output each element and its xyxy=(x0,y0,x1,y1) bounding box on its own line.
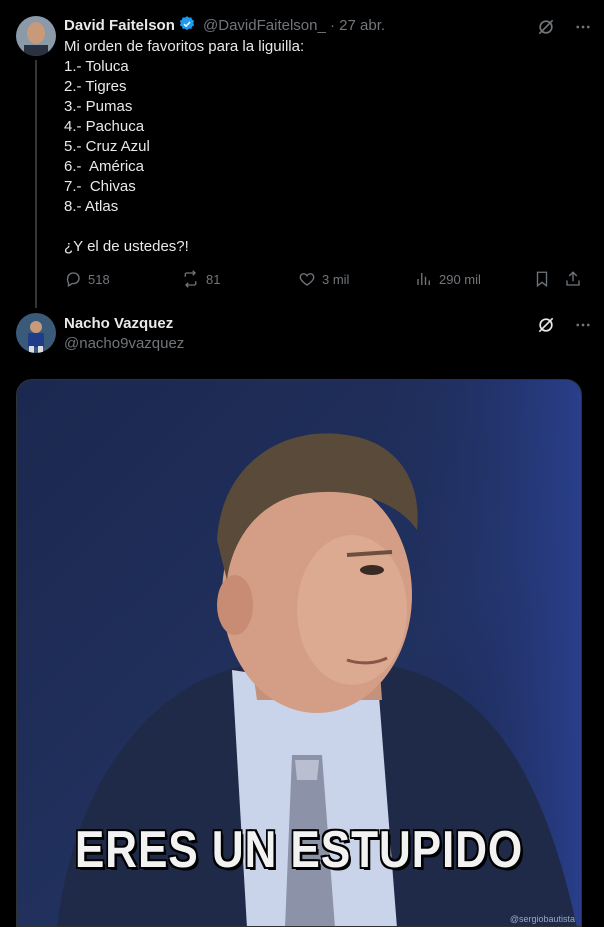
text-line: 8.- Atlas xyxy=(64,198,119,215)
text-line: 3.- Pumas xyxy=(64,98,133,115)
media-watermark: @sergiobautista xyxy=(509,914,575,924)
reply-count: 518 xyxy=(88,271,110,287)
avatar[interactable] xyxy=(16,16,56,56)
handle[interactable]: @nacho9vazquez xyxy=(64,334,184,354)
tweet-top-icons xyxy=(536,17,592,42)
verified-icon xyxy=(178,15,196,39)
timestamp[interactable]: 27 abr. xyxy=(339,17,385,34)
text-line: ¿Y el de ustedes?! xyxy=(64,238,189,255)
grok-icon[interactable] xyxy=(536,17,556,42)
avatar[interactable] xyxy=(16,313,56,353)
display-name[interactable]: David Faitelson xyxy=(64,17,175,34)
like-button[interactable]: 3 mil xyxy=(298,270,349,288)
text-line: 1.- Toluca xyxy=(64,58,129,75)
separator: · xyxy=(330,17,335,34)
tweet-david[interactable]: David Faitelson @DavidFaitelson_ · 27 ab… xyxy=(0,0,604,308)
tweet-media-image[interactable]: ERES UN ESTUPIDO @sergiobautista xyxy=(16,379,582,927)
more-icon[interactable] xyxy=(574,316,592,339)
like-count: 3 mil xyxy=(322,271,350,287)
more-icon[interactable] xyxy=(574,18,592,41)
text-line: Mi orden de favoritos para la liguilla: xyxy=(64,38,305,55)
bookmark-icon xyxy=(536,271,548,288)
reply-button[interactable]: 518 xyxy=(64,270,110,288)
reply-icon xyxy=(66,272,80,287)
text-line xyxy=(64,217,304,237)
views-button[interactable]: 290 mil xyxy=(415,270,481,288)
text-line: 7.- Chivas xyxy=(64,178,136,195)
heart-icon xyxy=(299,273,315,286)
share-button[interactable] xyxy=(564,270,582,288)
tweet-header: Nacho Vazquez @nacho9vazquez xyxy=(64,314,184,354)
text-line: 4.- Pachuca xyxy=(64,118,145,135)
text-line: 6.- América xyxy=(64,158,145,175)
share-icon xyxy=(566,271,580,286)
text-line: 2.- Tigres xyxy=(64,78,127,95)
view-count: 290 mil xyxy=(439,271,481,287)
handle[interactable]: @DavidFaitelson_ xyxy=(203,17,326,34)
retweet-icon xyxy=(184,270,197,288)
display-name[interactable]: Nacho Vazquez xyxy=(64,314,184,334)
grok-icon[interactable] xyxy=(536,315,556,340)
text-line: 5.- Cruz Azul xyxy=(64,138,150,155)
retweet-count: 81 xyxy=(206,271,221,287)
tweet-top-icons xyxy=(536,315,592,340)
bookmark-button[interactable] xyxy=(533,270,551,288)
views-icon xyxy=(417,273,430,285)
media-caption: ERES UN ESTUPIDO xyxy=(74,821,524,879)
tweet-header: David Faitelson @DavidFaitelson_ · 27 ab… xyxy=(64,15,385,39)
action-bar: 518 81 3 mil 290 mil xyxy=(0,270,604,290)
retweet-button[interactable]: 81 xyxy=(181,270,220,288)
tweet-text: Mi orden de favoritos para la liguilla: 1… xyxy=(64,37,304,257)
